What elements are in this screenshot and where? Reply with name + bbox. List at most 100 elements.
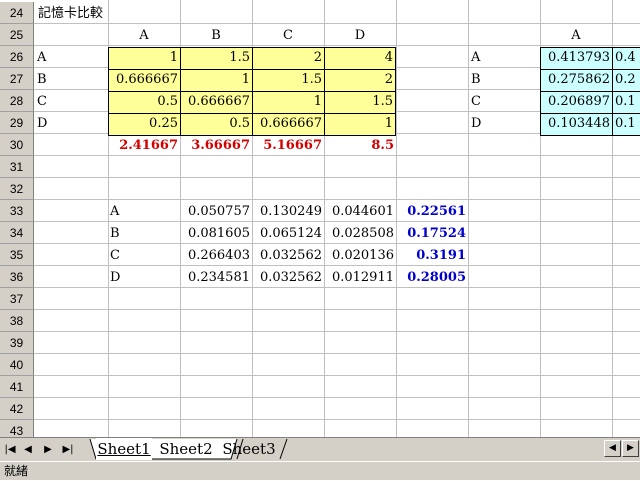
matrix2-row-label[interactable]: A bbox=[469, 48, 539, 68]
row-header[interactable]: 42 bbox=[0, 398, 34, 420]
weights-total-cell[interactable]: 0.17524 bbox=[396, 224, 468, 244]
matrix1-cell[interactable]: 0.666667 bbox=[252, 113, 325, 136]
matrix2-cell[interactable]: 0.206897 bbox=[540, 91, 613, 114]
matrix2-cell[interactable]: 0.1 bbox=[612, 91, 640, 114]
row-header[interactable]: 37 bbox=[0, 288, 34, 310]
matrix1-cell[interactable]: 0.5 bbox=[108, 91, 181, 114]
matrix2-header-a[interactable]: A bbox=[540, 26, 612, 46]
weights-cell[interactable]: 0.032562 bbox=[252, 268, 324, 288]
gridline bbox=[34, 309, 640, 310]
matrix1-row-label[interactable]: C bbox=[35, 92, 107, 112]
gridline bbox=[34, 331, 640, 332]
sheet-tab-bar: |◀ ◀ ▶ ▶| Sheet1 Sheet2 Sheet3 bbox=[0, 437, 640, 461]
weights-cell[interactable]: 0.266403 bbox=[180, 246, 252, 266]
last-sheet-button[interactable]: ▶| bbox=[60, 441, 76, 458]
matrix2-cell[interactable]: 0.4 bbox=[612, 47, 640, 70]
matrix1-cell[interactable]: 1 bbox=[108, 47, 181, 70]
row-header[interactable]: 32 bbox=[0, 178, 34, 200]
matrix2-cell[interactable]: 0.275862 bbox=[540, 69, 613, 92]
matrix2-cell[interactable]: 0.413793 bbox=[540, 47, 613, 70]
weights-cell[interactable]: 0.130249 bbox=[252, 202, 324, 222]
matrix1-cell[interactable]: 1.5 bbox=[252, 69, 325, 92]
row-header[interactable]: 36 bbox=[0, 266, 34, 288]
matrix2-cell[interactable]: 0.103448 bbox=[540, 113, 613, 136]
weights-total-cell[interactable]: 0.22561 bbox=[396, 202, 468, 222]
row-header[interactable]: 41 bbox=[0, 376, 34, 398]
matrix1-cell[interactable]: 1 bbox=[324, 113, 396, 136]
matrix1-header-d[interactable]: D bbox=[324, 26, 396, 46]
matrix1-cell[interactable]: 1.5 bbox=[180, 47, 253, 70]
matrix2-cell[interactable]: 0.2 bbox=[612, 69, 640, 92]
scroll-left-icon[interactable]: ◀ bbox=[604, 440, 621, 457]
tab-sheet1[interactable]: Sheet1 bbox=[96, 438, 152, 460]
matrix1-cell[interactable]: 1 bbox=[180, 69, 253, 92]
row-header[interactable]: 35 bbox=[0, 244, 34, 266]
row-header[interactable]: 25 bbox=[0, 24, 34, 46]
matrix1-header-c[interactable]: C bbox=[252, 26, 324, 46]
matrix1-header-a[interactable]: A bbox=[108, 26, 180, 46]
weights-row-label[interactable]: C bbox=[108, 246, 180, 266]
matrix1-row-label[interactable]: D bbox=[35, 114, 107, 134]
scroll-right-icon[interactable]: ▶ bbox=[622, 440, 639, 457]
weights-cell[interactable]: 0.081605 bbox=[180, 224, 252, 244]
column-sum-cell[interactable]: 5.16667 bbox=[252, 136, 324, 158]
row-header[interactable]: 33 bbox=[0, 200, 34, 222]
matrix1-header-b[interactable]: B bbox=[180, 26, 252, 46]
worksheet-grid[interactable]: 24 25 26 27 28 29 30 31 32 33 34 35 36 37 38 39 40 41 42 43… bbox=[0, 0, 640, 437]
tab-sheet3[interactable]: Sheet3 bbox=[221, 438, 277, 460]
title-cell[interactable]: 記憶卡比較 bbox=[36, 4, 176, 24]
gridline bbox=[34, 419, 640, 420]
weights-cell[interactable]: 0.012911 bbox=[324, 268, 396, 288]
next-sheet-button[interactable]: ▶ bbox=[40, 441, 56, 458]
row-header[interactable]: 34 bbox=[0, 222, 34, 244]
weights-cell[interactable]: 0.065124 bbox=[252, 224, 324, 244]
horizontal-scrollbar[interactable]: ◀ ▶ bbox=[600, 440, 640, 458]
weights-cell[interactable]: 0.020136 bbox=[324, 246, 396, 266]
row-header[interactable]: 43 bbox=[0, 420, 34, 437]
row-header[interactable]: 39 bbox=[0, 332, 34, 354]
row-header[interactable]: 31 bbox=[0, 156, 34, 178]
column-sum-cell[interactable]: 8.5 bbox=[324, 136, 396, 158]
matrix1-cell[interactable]: 1.5 bbox=[324, 91, 396, 114]
column-sum-cell[interactable]: 2.41667 bbox=[108, 136, 180, 158]
matrix2-row-label[interactable]: D bbox=[469, 114, 539, 134]
weights-row-label[interactable]: B bbox=[108, 224, 180, 244]
weights-cell[interactable]: 0.044601 bbox=[324, 202, 396, 222]
row-header[interactable]: 38 bbox=[0, 310, 34, 332]
tab-sheet2[interactable]: Sheet2 bbox=[158, 438, 214, 460]
row-header[interactable]: 28 bbox=[0, 90, 34, 112]
weights-cell[interactable]: 0.234581 bbox=[180, 268, 252, 288]
row-header[interactable]: 27 bbox=[0, 68, 34, 90]
weights-total-cell[interactable]: 0.3191 bbox=[396, 246, 468, 266]
status-bar: 就緒 bbox=[0, 461, 640, 480]
row-header[interactable]: 29 bbox=[0, 112, 34, 134]
row-header[interactable]: 24 bbox=[0, 2, 34, 24]
matrix2-row-label[interactable]: C bbox=[469, 92, 539, 112]
matrix1-cell[interactable]: 0.5 bbox=[180, 113, 253, 136]
matrix1-row-label[interactable]: B bbox=[35, 70, 107, 90]
matrix2-row-label[interactable]: B bbox=[469, 70, 539, 90]
matrix2-cell[interactable]: 0.1 bbox=[612, 113, 640, 136]
matrix1-cell[interactable]: 2 bbox=[252, 47, 325, 70]
prev-sheet-button[interactable]: ◀ bbox=[20, 441, 36, 458]
matrix1-cell[interactable]: 0.666667 bbox=[180, 91, 253, 114]
matrix1-row-label[interactable]: A bbox=[35, 48, 107, 68]
first-sheet-button[interactable]: |◀ bbox=[2, 441, 18, 458]
gridline bbox=[34, 397, 640, 398]
column-sum-cell[interactable]: 3.66667 bbox=[180, 136, 252, 158]
weights-cell[interactable]: 0.050757 bbox=[180, 202, 252, 222]
matrix1-cell[interactable]: 4 bbox=[324, 47, 396, 70]
row-header[interactable]: 26 bbox=[0, 46, 34, 68]
weights-cell[interactable]: 0.028508 bbox=[324, 224, 396, 244]
row-header[interactable]: 30 bbox=[0, 134, 34, 156]
matrix1-cell[interactable]: 2 bbox=[324, 69, 396, 92]
matrix1-cell[interactable]: 1 bbox=[252, 91, 325, 114]
matrix1-cell[interactable]: 0.25 bbox=[108, 113, 181, 136]
weights-row-label[interactable]: D bbox=[108, 268, 180, 288]
weights-total-cell[interactable]: 0.28005 bbox=[396, 268, 468, 288]
weights-row-label[interactable]: A bbox=[108, 202, 180, 222]
matrix1-cell[interactable]: 0.666667 bbox=[108, 69, 181, 92]
row-header[interactable]: 40 bbox=[0, 354, 34, 376]
gridline bbox=[34, 177, 640, 178]
weights-cell[interactable]: 0.032562 bbox=[252, 246, 324, 266]
